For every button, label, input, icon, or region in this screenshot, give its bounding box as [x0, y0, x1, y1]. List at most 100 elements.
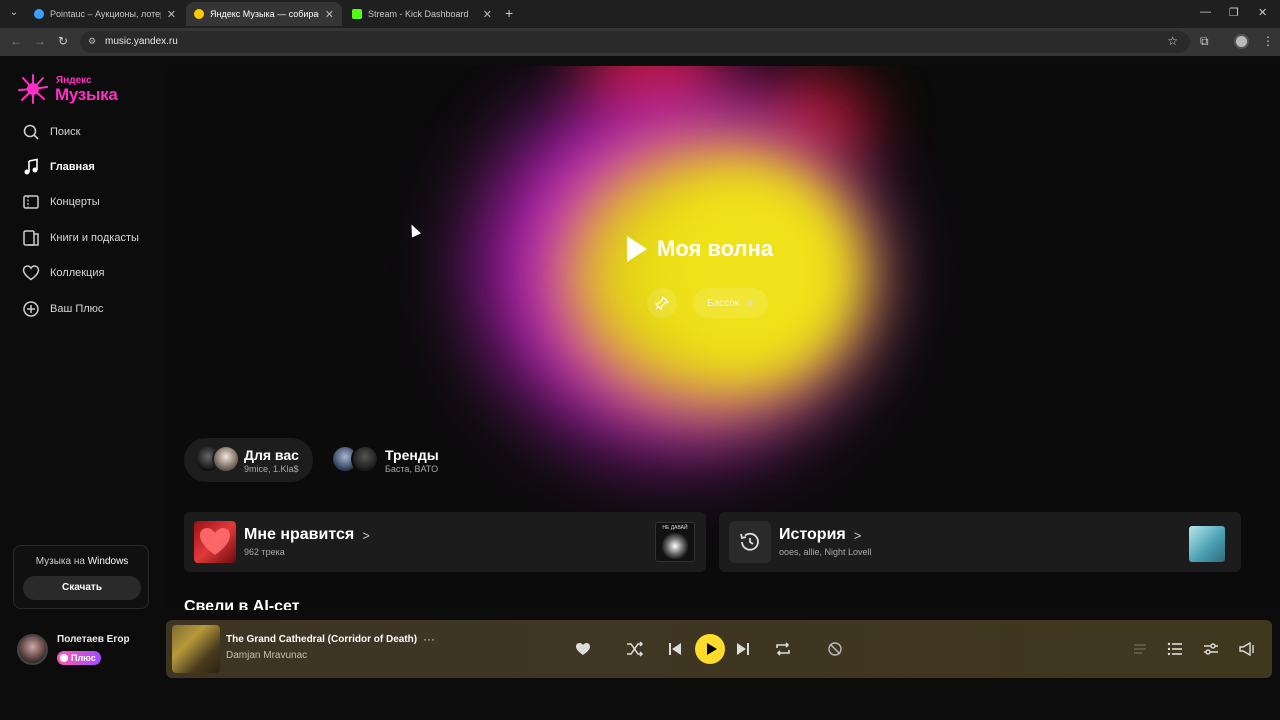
tab-favicon-icon [194, 9, 204, 19]
section-title: Свели в AI-сет [184, 598, 300, 610]
heart-icon [200, 528, 230, 555]
plus-circle-icon [23, 301, 39, 317]
sidebar-item-concerts[interactable]: Концерты [22, 190, 100, 214]
browser-tab-active[interactable]: Яндекс Музыка — собираем м ✕ [186, 2, 342, 26]
tab-title: Stream - Kick Dashboard [368, 9, 469, 19]
plus-badge[interactable]: Плюс [57, 651, 101, 665]
sidebar-item-label: Главная [50, 161, 95, 173]
queue-icon [1167, 642, 1182, 656]
sidebar-item-search[interactable]: Поиск [22, 120, 80, 144]
minimize-icon[interactable]: — [1200, 6, 1211, 18]
pin-button[interactable] [647, 288, 677, 318]
sidebar-item-books-podcasts[interactable]: Книги и подкасты [22, 226, 139, 250]
sidebar-item-home[interactable]: Главная [22, 155, 95, 179]
wave-blob [655, 176, 845, 366]
queue-button[interactable] [1165, 639, 1185, 659]
browser-tab[interactable]: Stream - Kick Dashboard ✕ [344, 2, 500, 26]
plus-badge-label: Плюс [71, 653, 96, 663]
window-close-icon[interactable]: ✕ [1258, 6, 1267, 19]
sidebar-item-your-plus[interactable]: Ваш Плюс [22, 297, 103, 321]
lyrics-button[interactable] [1130, 639, 1150, 659]
play-button[interactable] [695, 634, 725, 664]
tab-favicon-icon [34, 9, 44, 19]
tab-title: Pointauc – Аукционы, лотереи [50, 9, 161, 19]
plus-dot-icon [60, 654, 68, 662]
track-cover[interactable] [172, 625, 220, 673]
mix-subtitle: Баста, BATO [385, 463, 439, 474]
wave-setting-chip[interactable]: Бассок ✕ [693, 288, 769, 318]
track-thumbnail[interactable] [1189, 526, 1225, 562]
download-button[interactable]: Скачать [23, 576, 141, 600]
chip-close-icon[interactable]: ✕ [745, 297, 754, 310]
volume-icon [1239, 642, 1254, 656]
promo-platform: Windows [87, 556, 129, 567]
history-icon-box [729, 521, 771, 563]
site-settings-icon[interactable]: ⚙ [88, 36, 100, 48]
volume-button[interactable] [1237, 639, 1257, 659]
next-button[interactable] [733, 639, 753, 659]
artist-avatar [212, 445, 240, 473]
shuffle-icon [627, 641, 644, 657]
extensions-icon[interactable]: ⧉ [1200, 34, 1209, 49]
sidebar-item-label: Концерты [50, 196, 100, 208]
desktop-app-promo: Музыка на Windows Скачать [13, 545, 149, 609]
avatar[interactable] [17, 634, 48, 665]
address-bar[interactable]: ⚙ music.yandex.ru ☆ [80, 31, 1190, 53]
player-bar: The Grand Cathedral (Corridor of Death) … [166, 620, 1272, 678]
history-card[interactable]: История > ooes, allie, Night Lovell [719, 512, 1241, 572]
like-button[interactable] [573, 639, 593, 659]
sidebar-item-collection[interactable]: Коллекция [22, 261, 104, 285]
restore-icon[interactable]: ❐ [1229, 6, 1239, 19]
browser-toolbar: ← → ↻ ⚙ music.yandex.ru ☆ ⧉ ⋮ [0, 28, 1280, 56]
tab-search-icon[interactable]: ⌄ [6, 5, 22, 21]
book-icon [23, 230, 39, 246]
my-wave-visualizer[interactable] [425, 66, 1025, 506]
new-tab-plus-icon[interactable]: + [505, 5, 513, 21]
equalizer-button[interactable] [1201, 639, 1221, 659]
mix-text: Для вас 9mice, 1.Kla$ [244, 447, 299, 474]
heart-icon [22, 265, 40, 281]
chrome-menu-icon[interactable]: ⋮ [1262, 34, 1274, 48]
dislike-button[interactable] [825, 639, 845, 659]
tab-close-icon[interactable]: ✕ [325, 8, 334, 21]
mix-for-you[interactable]: Для вас 9mice, 1.Kla$ [184, 438, 313, 482]
next-icon [737, 643, 749, 655]
yandex-music-app: Яндекс Музыка Поиск Главная Концерты Кни… [0, 56, 1280, 720]
user-name[interactable]: Полетаев Егор [57, 634, 130, 645]
track-title[interactable]: The Grand Cathedral (Corridor of Death) [226, 634, 417, 645]
search-icon [23, 124, 39, 140]
bookmark-star-icon[interactable]: ☆ [1167, 34, 1178, 48]
play-icon [706, 643, 717, 655]
forward-arrow-icon[interactable]: → [34, 34, 46, 48]
profile-avatar-icon[interactable] [1234, 34, 1249, 49]
track-thumbnail[interactable]: НЕ ДАВАЙ [655, 522, 695, 562]
mix-trends[interactable]: Тренды Баста, BATO [331, 438, 439, 482]
browser-tab[interactable]: Pointauc – Аукционы, лотереи ✕ [26, 2, 184, 26]
mix-avatars [190, 445, 240, 475]
browser-tab-bar: ⌄ Pointauc – Аукционы, лотереи ✕ Яндекс … [0, 0, 1280, 28]
sidebar-item-label: Книги и подкасты [50, 232, 139, 244]
repeat-button[interactable] [773, 639, 793, 659]
tab-close-icon[interactable]: ✕ [483, 8, 492, 21]
sidebar-item-label: Коллекция [50, 267, 105, 279]
sidebar-item-label: Поиск [50, 126, 81, 138]
back-arrow-icon[interactable]: ← [10, 34, 22, 48]
tab-close-icon[interactable]: ✕ [167, 8, 176, 21]
liked-title: Мне нравится > [244, 526, 370, 544]
artist-avatar [351, 445, 379, 473]
thumb-label: НЕ ДАВАЙ [662, 525, 688, 531]
history-title-text: История [779, 526, 846, 543]
history-title: История > [779, 526, 861, 544]
yandex-music-logo[interactable]: Яндекс Музыка [18, 74, 158, 110]
tab-favicon-icon [352, 9, 362, 19]
track-artist[interactable]: Damjan Mravunac [226, 650, 307, 661]
user-profile[interactable]: Полетаев Егор Плюс [17, 632, 157, 668]
reload-icon[interactable]: ↻ [58, 34, 68, 48]
liked-tracks-card[interactable]: Мне нравится > 962 трека НЕ ДАВАЙ [184, 512, 706, 572]
shuffle-button[interactable] [625, 639, 645, 659]
previous-button[interactable] [665, 639, 685, 659]
my-wave-play-button[interactable]: Моя волна [627, 236, 773, 262]
url-text[interactable]: music.yandex.ru [105, 36, 178, 47]
liked-cover [194, 521, 236, 563]
more-options-icon[interactable]: ··· [423, 632, 435, 646]
